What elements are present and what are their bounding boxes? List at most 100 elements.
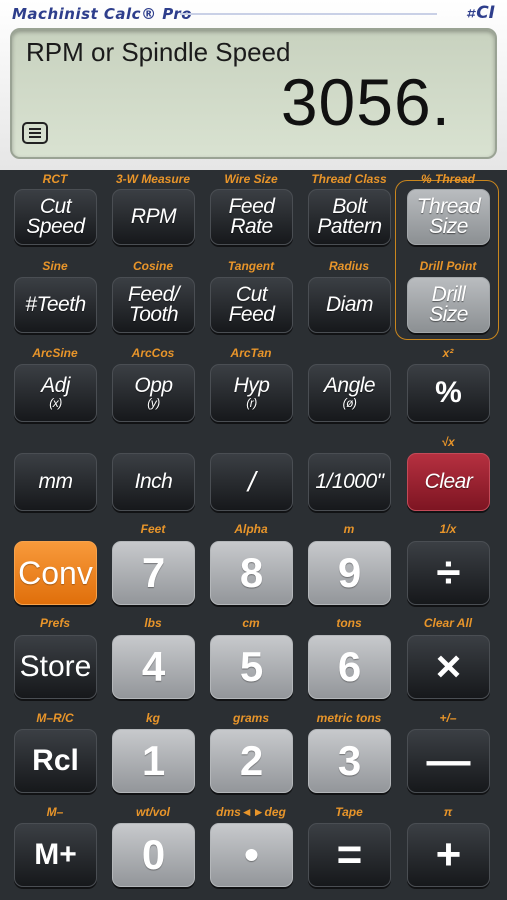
subfunction-label: Tangent [227,259,275,273]
key-label: % [435,376,462,409]
key-label: / [247,466,256,497]
digit-0-button[interactable]: 0 [112,823,195,887]
display-label: RPM or Spindle Speed [26,37,291,67]
multiply-button[interactable]: × [407,635,490,699]
digit-2-button[interactable]: 2 [210,729,293,793]
key-label: 4 [141,643,166,690]
key-label: + [435,830,462,879]
digit-9-button[interactable]: 9 [308,541,391,605]
mm-button[interactable]: mm [14,453,97,511]
key-label: M+ [34,838,77,871]
subfunction-label: ArcTan [230,346,272,360]
key-label: Thread Size [416,195,481,238]
digit-5-button[interactable]: 5 [210,635,293,699]
subfunction-label: Wire Size [224,172,278,186]
key-label: — [426,736,471,785]
opp-button[interactable]: Opp (y) [112,364,195,422]
subfunction-label: x² [442,346,454,360]
digit-8-button[interactable]: 8 [210,541,293,605]
digit-4-button[interactable]: 4 [112,635,195,699]
fraction-bar-button[interactable]: / [210,453,293,511]
store-button[interactable]: Store [14,635,97,699]
drill-size-button[interactable]: Drill Size [407,277,490,333]
minus-button[interactable]: — [407,729,490,793]
key-label: Clear [424,470,473,493]
subfunction-label: π [443,805,453,819]
subfunction-label: Alpha [234,522,268,536]
key-label: 7 [141,549,166,596]
recall-button[interactable]: Rcl [14,729,97,793]
key-label: Cut Feed [228,283,275,326]
key-label: Feed Rate [228,195,275,238]
feed-per-tooth-button[interactable]: Feed/ Tooth [112,277,195,333]
bolt-pattern-button[interactable]: Bolt Pattern [308,189,391,245]
digit-7-button[interactable]: 7 [112,541,195,605]
digit-6-button[interactable]: 6 [308,635,391,699]
digit-1-button[interactable]: 1 [112,729,195,793]
key-label: Conv [18,554,93,591]
conv-button[interactable]: Conv [14,541,97,605]
key-label: 1 [141,737,166,784]
diam-button[interactable]: Diam [308,277,391,333]
subfunction-label: M–R/C [36,711,74,725]
key-label: Feed/ Tooth [127,283,180,326]
lcd-display: RPM or Spindle Speed 3056. [10,28,497,159]
digit-3-button[interactable]: 3 [308,729,391,793]
angle-button[interactable]: Angle (ø) [308,364,391,422]
plus-button[interactable]: + [407,823,490,887]
subfunction-label: ArcSine [32,346,78,360]
key-sublabel: (y) [147,396,160,410]
percent-button[interactable]: % [407,364,490,422]
cut-feed-button[interactable]: Cut Feed [210,277,293,333]
subfunction-label: Thread Class [311,172,387,186]
clear-button[interactable]: Clear [407,453,490,511]
subfunction-label: RCT [42,172,68,186]
teeth-button[interactable]: #Teeth [14,277,97,333]
key-label: Adj [41,374,70,397]
menu-icon[interactable] [22,122,48,144]
divide-button[interactable]: ÷ [407,541,490,605]
memory-plus-button[interactable]: M+ [14,823,97,887]
key-label: Hyp [233,374,270,397]
subfunction-label: % Thread [420,172,475,186]
key-label: 0 [141,831,166,878]
subfunction-label: kg [145,711,160,725]
key-label: 6 [337,643,362,690]
key-sublabel: (ø) [342,396,357,410]
subfunction-label: dms◄►deg [216,805,286,819]
key-sublabel: (x) [49,396,62,410]
key-label: Drill Size [429,283,468,326]
key-label: × [435,642,462,691]
cut-speed-button[interactable]: Cut Speed [14,189,97,245]
thousandths-button[interactable]: 1/1000" [308,453,391,511]
key-label: 1/1000" [315,470,384,493]
key-label: Cut Speed [26,195,85,238]
key-label: Bolt Pattern [317,195,382,238]
key-label: Angle [323,374,376,397]
brand-divider [180,13,437,15]
rpm-button[interactable]: RPM [112,189,195,245]
thread-size-button[interactable]: Thread Size [407,189,490,245]
subfunction-label: lbs [144,616,162,630]
adj-button[interactable]: Adj (x) [14,364,97,422]
subfunction-label: 3-W Measure [115,172,191,186]
key-label: 2 [239,737,264,784]
subfunction-label: √x [441,435,455,449]
key-label: 3 [337,737,362,784]
subfunction-label: Cosine [132,259,173,273]
key-label: #Teeth [25,293,86,316]
equals-button[interactable]: = [308,823,391,887]
key-label: 5 [239,643,264,690]
subfunction-label: Clear All [423,616,473,630]
subfunction-label: M– [46,805,64,819]
hyp-button[interactable]: Hyp (r) [210,364,293,422]
key-label: RPM [130,205,177,228]
subfunction-label: Feet [140,522,166,536]
subfunction-label: metric tons [316,711,382,725]
inch-button[interactable]: Inch [112,453,195,511]
subfunction-label: wt/vol [135,805,170,819]
key-label: 9 [337,549,362,596]
feed-rate-button[interactable]: Feed Rate [210,189,293,245]
decimal-point-button[interactable]: • [210,823,293,887]
display-value: 3056. [280,65,451,139]
